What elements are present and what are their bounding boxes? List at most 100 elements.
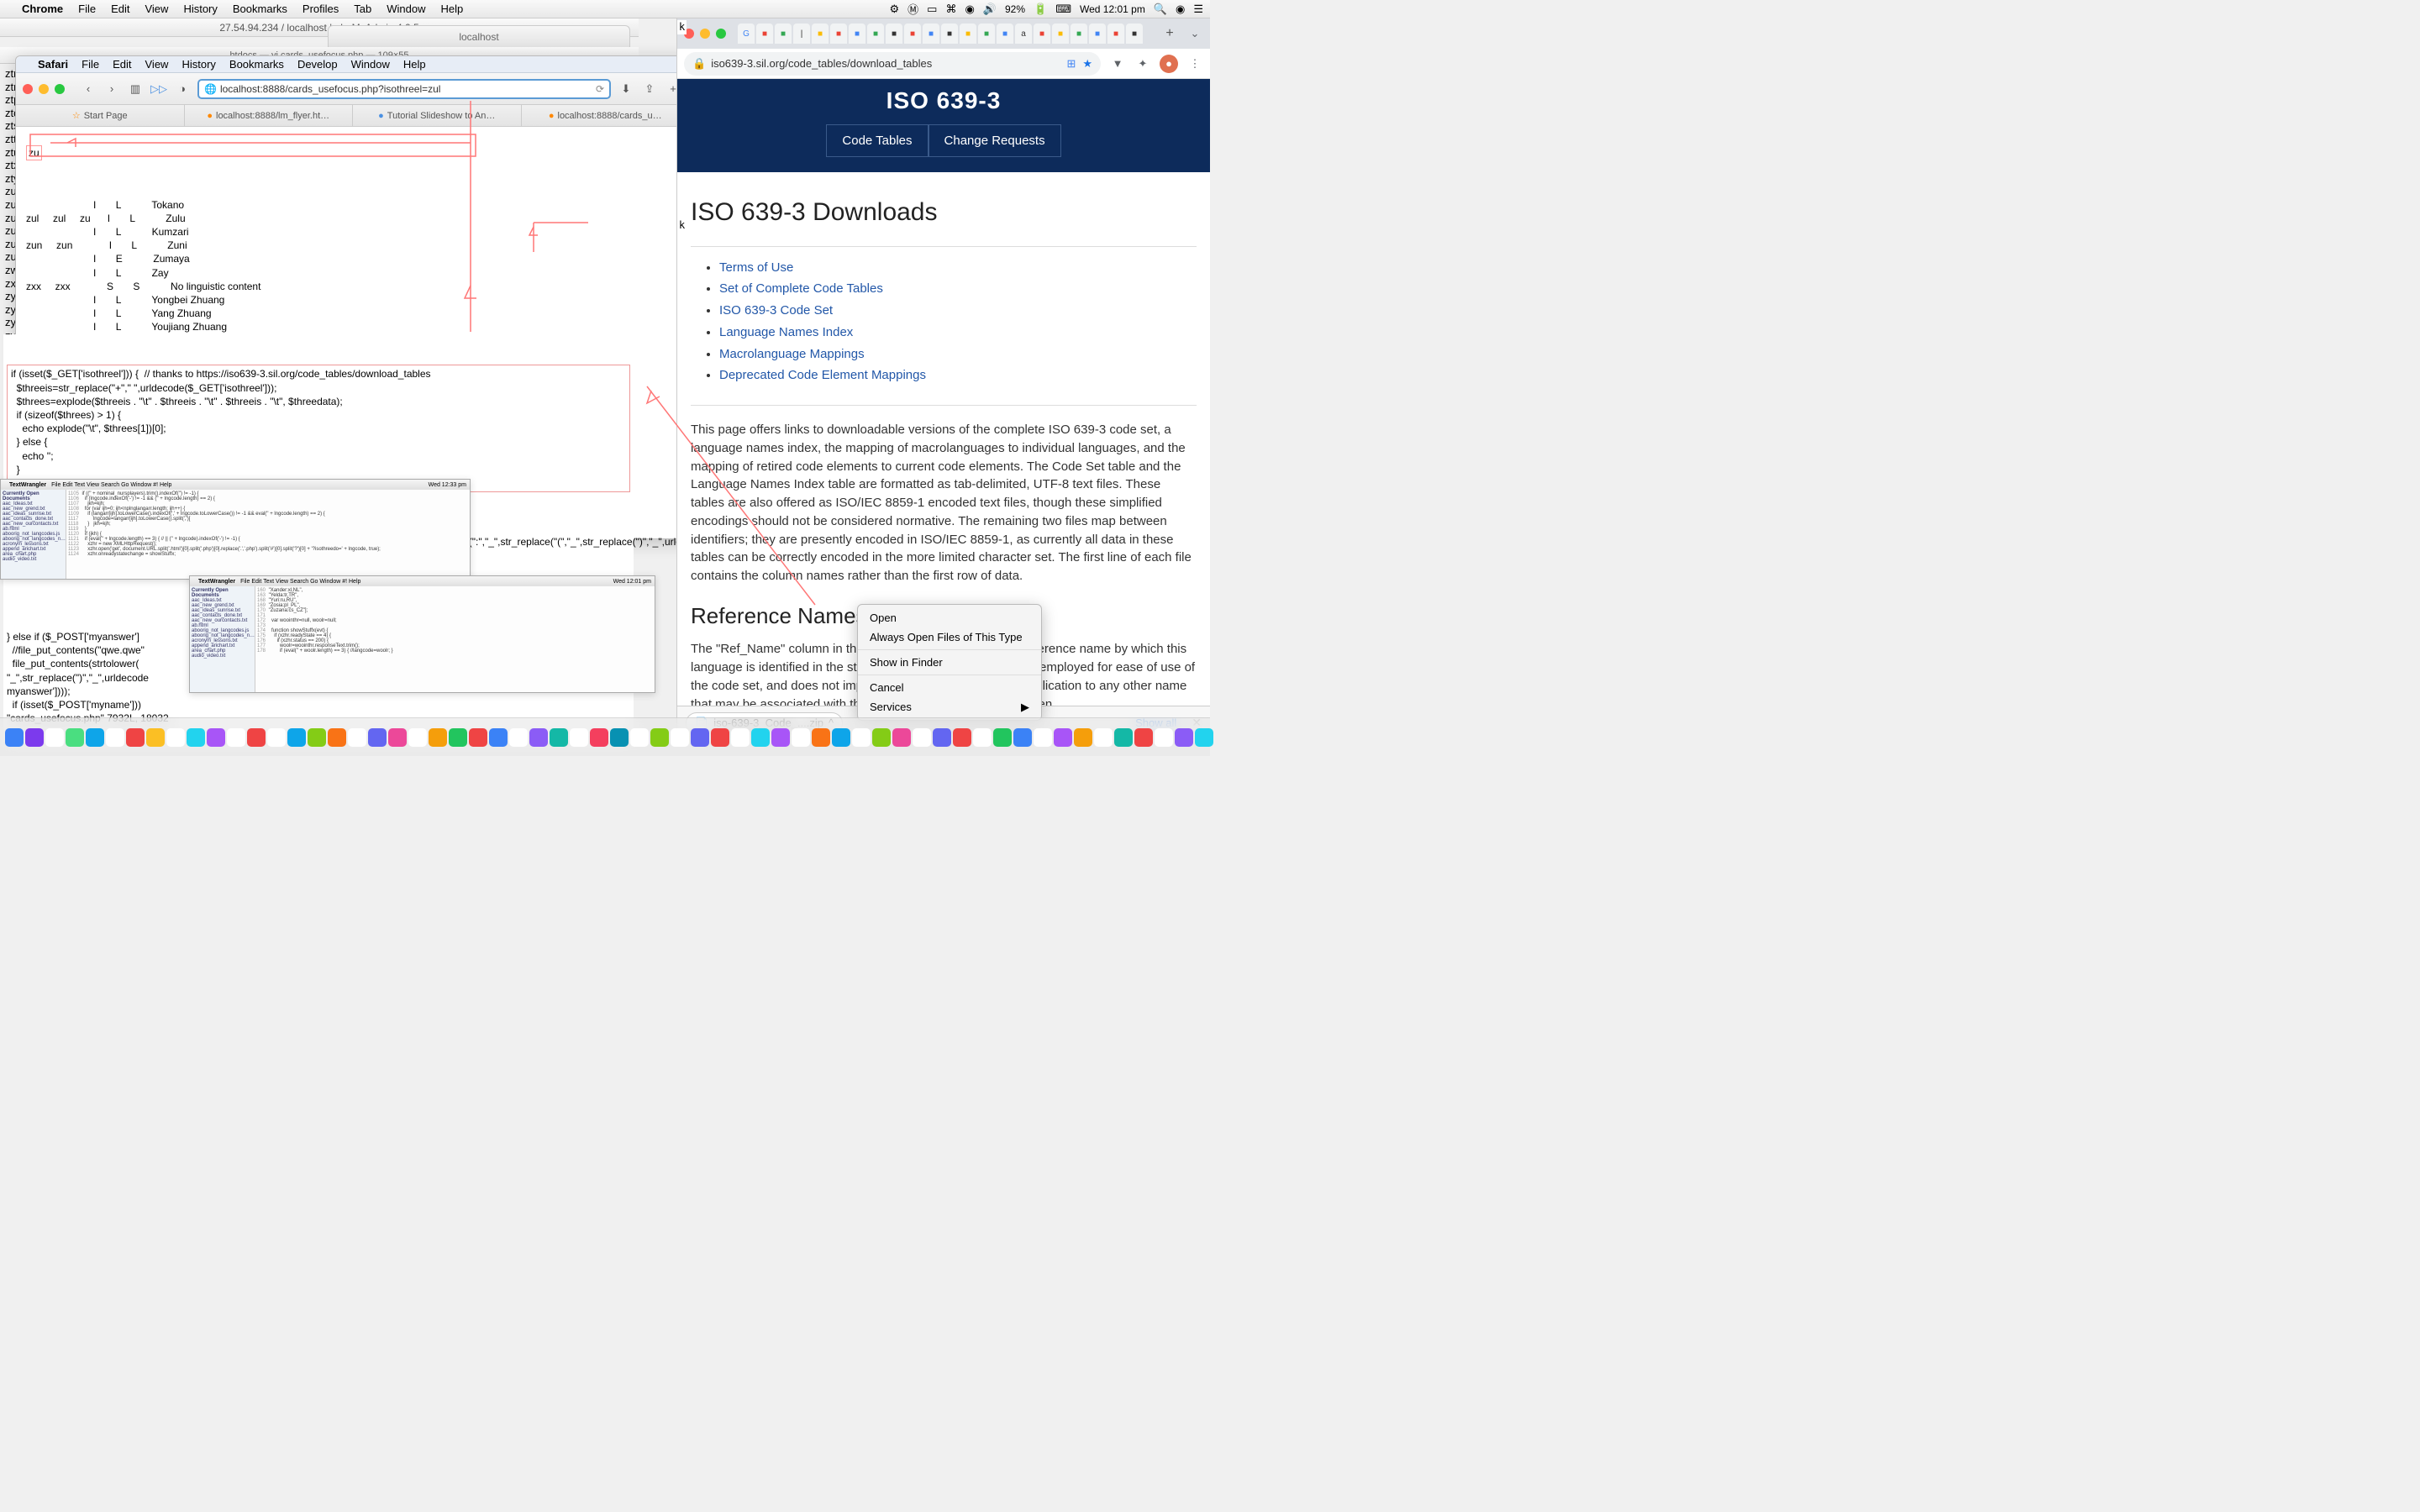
chrome-tab[interactable]: ■ <box>941 24 958 44</box>
dock-app-icon[interactable] <box>892 728 911 747</box>
tw-sidebar[interactable]: Currently Open Documents aac_Ideas.txtaa… <box>1 490 66 579</box>
download-link[interactable]: Terms of Use <box>719 259 1197 277</box>
safari-menu-window[interactable]: Window <box>351 58 390 71</box>
chrome-tab[interactable]: | <box>793 24 810 44</box>
dock-app-icon[interactable] <box>751 728 770 747</box>
lock-icon[interactable]: 🔒 <box>692 57 706 71</box>
status-icon[interactable]: ⚙ <box>890 3 900 16</box>
dock-app-icon[interactable] <box>509 728 528 747</box>
zoom-icon[interactable] <box>716 29 726 39</box>
dock-app-icon[interactable] <box>550 728 568 747</box>
incognito-icon[interactable]: ▼ <box>1109 57 1126 70</box>
chrome-tab[interactable]: ■ <box>923 24 939 44</box>
ctx-cancel[interactable]: Cancel <box>858 678 1041 697</box>
tab-cards[interactable]: ●localhost:8888/cards_u… <box>522 105 691 126</box>
display-icon[interactable]: ▭ <box>927 3 937 16</box>
dock[interactable] <box>0 717 1210 756</box>
dock-app-icon[interactable] <box>832 728 850 747</box>
dock-app-icon[interactable] <box>66 728 84 747</box>
dock-app-icon[interactable] <box>731 728 750 747</box>
dock-app-icon[interactable] <box>650 728 669 747</box>
dock-app-icon[interactable] <box>1195 728 1213 747</box>
chrome-tab[interactable]: ■ <box>997 24 1013 44</box>
menu-profiles[interactable]: Profiles <box>302 3 339 15</box>
dock-app-icon[interactable] <box>1074 728 1092 747</box>
dock-app-icon[interactable] <box>25 728 44 747</box>
ctx-open[interactable]: Open <box>858 608 1041 627</box>
chrome-tab[interactable]: ■ <box>1034 24 1050 44</box>
star-icon[interactable]: ★ <box>1082 57 1092 71</box>
menu-bookmarks[interactable]: Bookmarks <box>233 3 287 15</box>
clock[interactable]: Wed 12:01 pm <box>1080 3 1145 15</box>
chrome-tab[interactable]: ■ <box>1107 24 1124 44</box>
tw-file-list[interactable]: aac_Ideas.txtaac_new_grend.txtaac_ideas_… <box>192 598 253 659</box>
omnibox[interactable]: 🔒 iso639-3.sil.org/code_tables/download_… <box>684 52 1101 76</box>
dock-app-icon[interactable] <box>247 728 266 747</box>
dock-app-icon[interactable] <box>691 728 709 747</box>
forward-button[interactable]: › <box>103 81 120 97</box>
safari-menu-develop[interactable]: Develop <box>297 58 338 71</box>
download-link[interactable]: Macrolanguage Mappings <box>719 345 1197 364</box>
dock-app-icon[interactable] <box>771 728 790 747</box>
dock-app-icon[interactable] <box>1094 728 1113 747</box>
bluetooth-icon[interactable]: ⌘ <box>945 3 956 16</box>
download-link[interactable]: Set of Complete Code Tables <box>719 280 1197 298</box>
dock-app-icon[interactable] <box>812 728 830 747</box>
dock-app-icon[interactable] <box>590 728 608 747</box>
safari-menu-view[interactable]: View <box>145 58 169 71</box>
safari-menu-help[interactable]: Help <box>403 58 426 71</box>
safari-menu-file[interactable]: File <box>82 58 99 71</box>
chrome-tab[interactable]: ■ <box>1052 24 1069 44</box>
dock-app-icon[interactable] <box>953 728 971 747</box>
dock-app-icon[interactable] <box>187 728 205 747</box>
dock-app-icon[interactable] <box>1114 728 1133 747</box>
menu-file[interactable]: File <box>78 3 96 15</box>
menu-help[interactable]: Help <box>441 3 464 15</box>
chrome-tab[interactable]: ■ <box>904 24 921 44</box>
dock-app-icon[interactable] <box>388 728 407 747</box>
textwrangler-window-2[interactable]: TextWrangler File Edit Text View Search … <box>189 575 655 693</box>
dock-app-icon[interactable] <box>368 728 387 747</box>
battery-icon[interactable]: 🔋 <box>1034 3 1047 16</box>
chrome-tab[interactable]: a <box>1015 24 1032 44</box>
menu-history[interactable]: History <box>183 3 217 15</box>
chrome-tab[interactable]: ■ <box>1089 24 1106 44</box>
dock-app-icon[interactable] <box>792 728 810 747</box>
share-icon[interactable]: ⇪ <box>641 81 658 97</box>
dock-app-icon[interactable] <box>267 728 286 747</box>
download-icon[interactable]: ⬇ <box>618 81 634 97</box>
dock-app-icon[interactable] <box>166 728 185 747</box>
ctx-services[interactable]: Services▶ <box>858 697 1041 717</box>
chevron-down-icon[interactable]: ⌄ <box>1186 27 1203 40</box>
dock-app-icon[interactable] <box>429 728 447 747</box>
siri-icon[interactable]: ◉ <box>1176 3 1185 16</box>
dock-app-icon[interactable] <box>408 728 427 747</box>
dock-app-icon[interactable] <box>852 728 871 747</box>
dock-app-icon[interactable] <box>1134 728 1153 747</box>
dock-app-icon[interactable] <box>328 728 346 747</box>
newtab-button[interactable]: + <box>1161 24 1178 44</box>
sidebar-button[interactable]: ▥ <box>127 81 144 97</box>
dock-app-icon[interactable] <box>872 728 891 747</box>
dock-app-icon[interactable] <box>106 728 124 747</box>
tw-sidebar[interactable]: Currently Open Documents aac_Ideas.txtaa… <box>190 586 255 692</box>
dock-app-icon[interactable] <box>308 728 326 747</box>
close-icon[interactable] <box>23 84 33 94</box>
spotlight-icon[interactable]: 🔍 <box>1154 3 1167 16</box>
dock-app-icon[interactable] <box>45 728 64 747</box>
minimize-icon[interactable] <box>700 29 710 39</box>
safari-app[interactable]: Safari <box>38 58 68 71</box>
nav-change-requests[interactable]: Change Requests <box>929 124 1061 157</box>
dock-app-icon[interactable] <box>1034 728 1052 747</box>
chrome-tab[interactable]: ■ <box>1126 24 1143 44</box>
dock-app-icon[interactable] <box>469 728 487 747</box>
menu-window[interactable]: Window <box>387 3 425 15</box>
download-link[interactable]: Deprecated Code Element Mappings <box>719 366 1197 385</box>
chrome-tab[interactable]: ■ <box>867 24 884 44</box>
menu-tab[interactable]: Tab <box>354 3 371 15</box>
dock-app-icon[interactable] <box>671 728 689 747</box>
ctx-show-in-finder[interactable]: Show in Finder <box>858 653 1041 672</box>
dock-app-icon[interactable] <box>489 728 508 747</box>
safari-menu-history[interactable]: History <box>182 58 215 71</box>
chrome-tab[interactable]: ■ <box>849 24 865 44</box>
